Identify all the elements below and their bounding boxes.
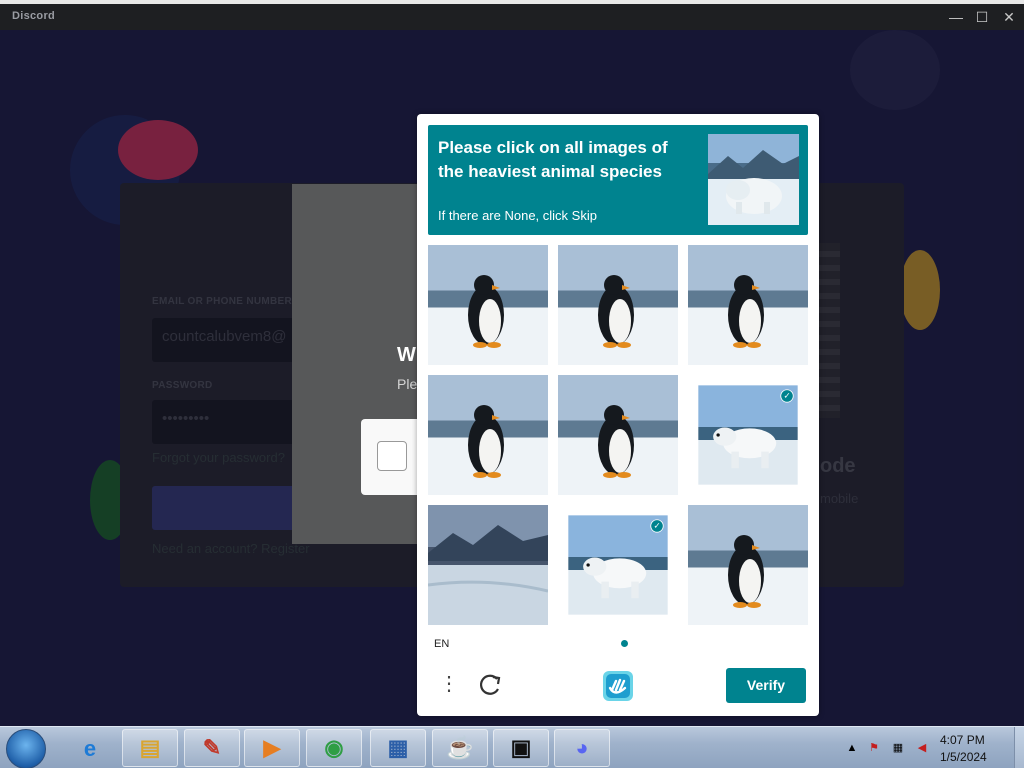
host-modal-title: W	[397, 344, 416, 366]
file-explorer-icon: ▤	[139, 735, 161, 760]
paint-icon: ✎	[202, 735, 222, 760]
network-icon[interactable]: ▦	[890, 741, 906, 755]
maximize-button[interactable]: ☐	[970, 6, 994, 28]
close-button[interactable]: ✕	[997, 6, 1021, 28]
discord-taskbar-button[interactable]: ◕	[554, 729, 610, 767]
prompt-hint: If there are None, click Skip	[438, 208, 597, 223]
chrome-icon: ◉	[324, 735, 344, 760]
image-tile-penguin[interactable]	[558, 375, 678, 495]
challenge-prompt: Please click on all images of the heavie…	[428, 125, 808, 235]
image-tile-landscape[interactable]	[428, 505, 548, 625]
discord-icon: ◕	[575, 735, 589, 760]
clock-time[interactable]: 4:07 PM	[940, 733, 985, 747]
paint-taskbar-button[interactable]: ✎	[184, 729, 240, 767]
internet-explorer-taskbar-button[interactable]: e	[72, 731, 108, 765]
chrome-taskbar-button[interactable]: ◉	[306, 729, 362, 767]
file-explorer-taskbar-button[interactable]: ▤	[122, 729, 178, 767]
onion-terminal-icon: ▣	[510, 735, 532, 760]
image-tile-penguin[interactable]	[558, 245, 678, 365]
image-tile-penguin[interactable]	[428, 375, 548, 495]
host-modal-subtitle: Ple	[397, 376, 418, 392]
start-button[interactable]	[6, 729, 46, 768]
control-panel-taskbar-button[interactable]: ▦	[370, 729, 426, 767]
hcaptcha-checkbox[interactable]	[377, 441, 407, 471]
volume-icon[interactable]: ◀	[914, 741, 930, 755]
app-title: Discord	[12, 10, 56, 22]
example-image	[708, 134, 799, 225]
captcha-challenge: Please click on all images of the heavie…	[417, 114, 819, 716]
show-desktop-button[interactable]	[1014, 727, 1024, 768]
challenge-footer: ⋮ Verify	[417, 662, 819, 716]
media-player-taskbar-button[interactable]: ▶	[244, 729, 300, 767]
image-tile-polar-bear[interactable]: ✓	[698, 385, 798, 485]
refresh-icon[interactable]	[475, 672, 505, 698]
tray-expand-icon[interactable]: ▲	[844, 741, 860, 755]
prompt-text: Please click on all images of the heavie…	[438, 138, 668, 181]
media-player-icon: ▶	[263, 735, 281, 760]
menu-icon[interactable]: ⋮	[439, 672, 459, 698]
onion-terminal-taskbar-button[interactable]: ▣	[493, 729, 549, 767]
page-indicator	[621, 640, 628, 647]
control-panel-icon: ▦	[387, 735, 409, 760]
action-center-icon[interactable]: ⚑	[866, 741, 882, 755]
hcaptcha-logo-icon	[601, 669, 635, 703]
taskbar: e ▤ ✎ ▶ ◉ ▦ ☕ ▣ ◕ ▲ ⚑ ▦ ◀ 4:07 PM 1/5/2024	[0, 726, 1024, 768]
language-selector[interactable]: EN	[434, 638, 449, 650]
image-tile-penguin[interactable]	[688, 245, 808, 365]
image-tile-penguin[interactable]	[428, 245, 548, 365]
verify-button[interactable]: Verify	[726, 668, 806, 703]
clock-date[interactable]: 1/5/2024	[940, 750, 987, 764]
image-tile-penguin[interactable]	[688, 505, 808, 625]
selected-check-icon: ✓	[650, 519, 664, 533]
hcaptcha-checkbox-widget	[361, 419, 421, 495]
image-tile-polar-bear[interactable]: ✓	[568, 515, 668, 615]
java-icon: ☕	[446, 735, 474, 760]
title-bar: Discord — ☐ ✕	[0, 0, 1024, 30]
selected-check-icon: ✓	[780, 389, 794, 403]
java-taskbar-button[interactable]: ☕	[432, 729, 488, 767]
internet-explorer-icon: e	[83, 736, 97, 761]
minimize-button[interactable]: —	[944, 6, 968, 28]
